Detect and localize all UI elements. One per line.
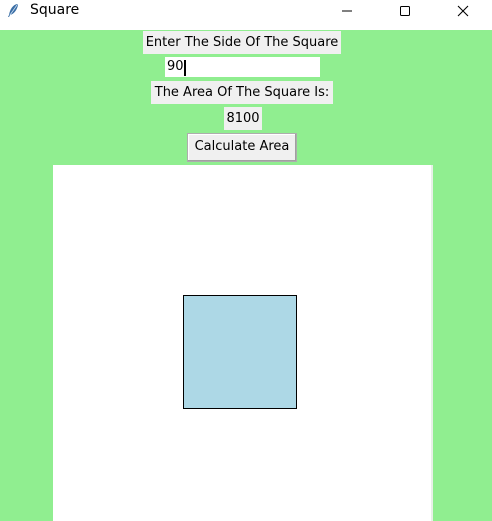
area-value: 8100 — [224, 107, 262, 130]
feather-icon — [8, 4, 18, 17]
minimize-button[interactable] — [318, 0, 376, 21]
title-bar[interactable]: Square — [0, 0, 492, 21]
window-title: Square — [30, 2, 80, 18]
close-icon — [457, 5, 469, 16]
client-area: Enter The Side Of The Square 90 The Area… — [0, 30, 492, 521]
minimize-icon — [342, 10, 352, 11]
app-window: Square Enter The Side Of The Square 90 T… — [0, 0, 492, 521]
maximize-button[interactable] — [376, 0, 434, 21]
drawn-square — [183, 295, 297, 409]
area-result-label: The Area Of The Square Is: — [151, 81, 333, 104]
close-button[interactable] — [434, 0, 492, 21]
calculate-area-button[interactable]: Calculate Area — [187, 133, 297, 162]
maximize-icon — [400, 5, 410, 16]
drawing-canvas — [53, 165, 433, 521]
side-input[interactable]: 90 — [165, 57, 320, 77]
side-prompt-label: Enter The Side Of The Square — [143, 31, 341, 54]
text-caret — [184, 60, 186, 76]
